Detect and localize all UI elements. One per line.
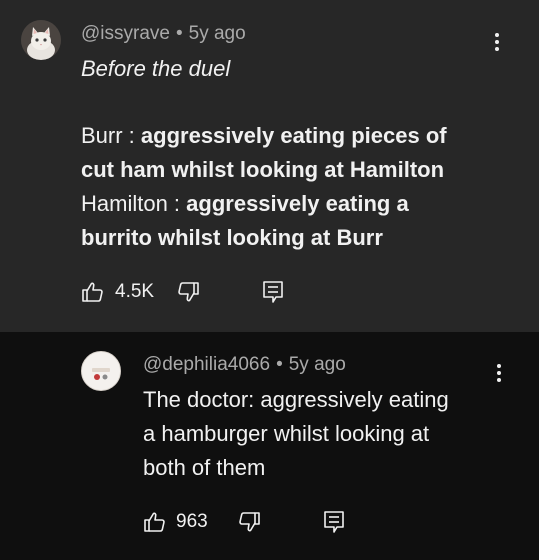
- comment-line: both of them: [143, 455, 265, 481]
- comment-age: 5y ago: [188, 23, 246, 44]
- comment-line: a hamburger whilst looking at: [143, 421, 429, 447]
- comment-text-segment: The doctor: aggressively eating: [143, 387, 449, 412]
- comment-line: Hamilton : aggressively eating a: [81, 191, 409, 217]
- separator-dot: •: [175, 23, 183, 44]
- more-options-button[interactable]: [489, 359, 509, 387]
- thumbs-down-icon: [239, 512, 260, 532]
- separator-dot: •: [276, 354, 283, 375]
- comment-text-segment: both of them: [143, 455, 266, 480]
- thumbs-down-icon: [178, 282, 199, 302]
- comment-text-segment: aggressively eating pieces of: [140, 123, 447, 148]
- thumbs-up-icon: [144, 512, 165, 532]
- reply-icon: [324, 511, 344, 533]
- comment-meta: @issyrave • 5y ago: [81, 23, 246, 45]
- comment-meta: @dephilia4066 • 5y ago: [143, 354, 346, 376]
- reply-button[interactable]: [261, 279, 285, 310]
- reply-icon: [263, 281, 283, 303]
- avatar-reply-user[interactable]: [81, 351, 121, 391]
- comment-text-segment: cut ham whilst looking at Hamilton: [81, 157, 445, 182]
- comment-text-segment: a hamburger whilst looking at: [143, 421, 430, 446]
- comment-text-segment: aggressively eating a: [186, 191, 409, 216]
- reply-button[interactable]: [322, 509, 346, 540]
- comment-age: 5y ago: [288, 354, 346, 375]
- dislike-button[interactable]: [237, 510, 261, 539]
- like-button[interactable]: [143, 510, 167, 539]
- author-handle[interactable]: @issyrave: [81, 23, 170, 44]
- dislike-button[interactable]: [176, 280, 200, 309]
- comment-line: Before the duel: [81, 56, 230, 82]
- avatar-cat[interactable]: [21, 20, 61, 60]
- comment-line: burrito whilst looking at Burr: [81, 225, 383, 251]
- comment-line: cut ham whilst looking at Hamilton: [81, 157, 444, 183]
- comment-line: The doctor: aggressively eating: [143, 387, 449, 413]
- comment-text-segment: Before the duel: [81, 56, 231, 81]
- comment-text-segment: Burr :: [81, 123, 141, 148]
- comment-text-segment: Hamilton :: [81, 191, 187, 216]
- comment-text-segment: burrito whilst looking at Burr: [81, 225, 383, 250]
- thumbs-up-icon: [82, 282, 103, 302]
- like-count: 963: [176, 511, 208, 532]
- comment-line: Burr : aggressively eating pieces of: [81, 123, 447, 149]
- like-count: 4.5K: [115, 281, 155, 302]
- more-options-button[interactable]: [487, 28, 507, 56]
- like-button[interactable]: [81, 280, 105, 309]
- author-handle[interactable]: @dephilia4066: [143, 354, 270, 375]
